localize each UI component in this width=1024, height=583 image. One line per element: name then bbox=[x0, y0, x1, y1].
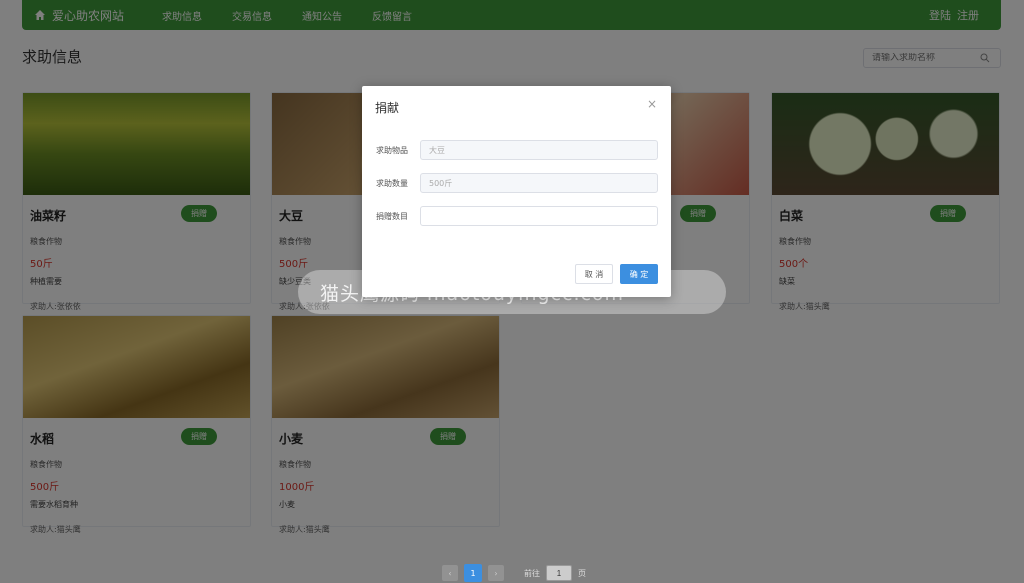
page-suffix: 页 bbox=[578, 568, 586, 578]
dialog-title: 捐献 bbox=[375, 101, 400, 115]
item-label: 求助物品 bbox=[376, 145, 408, 155]
item-field: 求助物品 bbox=[376, 140, 658, 160]
donate-amount-field: 捐赠数目 bbox=[376, 206, 658, 226]
goto-page-input[interactable] bbox=[546, 565, 572, 581]
qty-field: 求助数量 bbox=[376, 173, 658, 193]
qty-input bbox=[420, 173, 658, 193]
page-number-current[interactable]: 1 bbox=[464, 564, 482, 582]
cancel-button[interactable]: 取 消 bbox=[575, 264, 613, 284]
pagination: ‹ 1 › 前往 页 bbox=[442, 564, 586, 582]
goto-label: 前往 bbox=[524, 568, 540, 578]
prev-page-icon[interactable]: ‹ bbox=[442, 565, 458, 581]
donate-amount-label: 捐赠数目 bbox=[376, 211, 408, 221]
donate-dialog: 捐献 × 求助物品 求助数量 捐赠数目 取 消 确 定 bbox=[362, 86, 671, 297]
next-page-icon[interactable]: › bbox=[488, 565, 504, 581]
confirm-button[interactable]: 确 定 bbox=[620, 264, 658, 284]
donate-amount-input[interactable] bbox=[420, 206, 658, 226]
close-icon[interactable]: × bbox=[647, 97, 657, 111]
item-input bbox=[420, 140, 658, 160]
qty-label: 求助数量 bbox=[376, 178, 408, 188]
